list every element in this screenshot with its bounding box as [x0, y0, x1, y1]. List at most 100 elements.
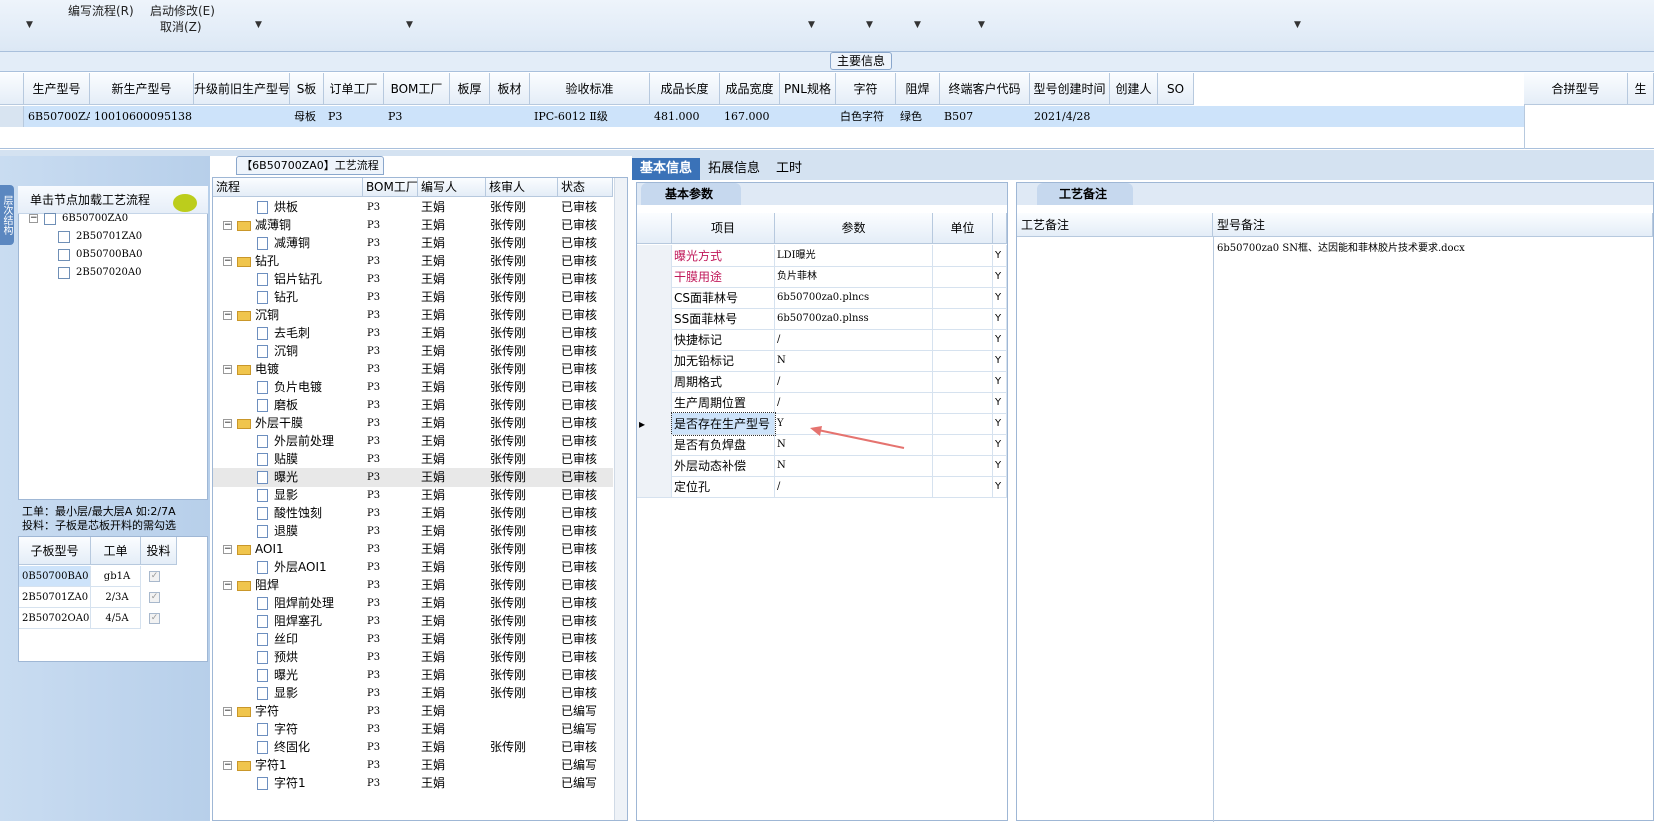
- main-header-15[interactable]: 型号创建时间: [1030, 73, 1110, 105]
- flow-row[interactable]: 负片电镀 P3 王娟 张传刚 已审核: [213, 378, 613, 397]
- cancel-button[interactable]: 取消(Z): [160, 18, 202, 35]
- param-item[interactable]: 是否有负焊盘: [672, 434, 775, 456]
- flow-row[interactable]: 字符1 P3 王娟 已编写: [213, 774, 613, 793]
- param-row-selector[interactable]: [637, 308, 672, 330]
- sub-cell-model[interactable]: 2B50701ZA0: [19, 587, 91, 608]
- flow-row[interactable]: 烘板 P3 王娟 张传刚 已审核: [213, 198, 613, 217]
- flow-row[interactable]: 阻焊前处理 P3 王娟 张传刚 已审核: [213, 594, 613, 613]
- param-value[interactable]: /: [775, 476, 933, 498]
- flow-row[interactable]: 减薄铜 − P3 王娟 张传刚 已审核: [213, 216, 613, 235]
- flow-row[interactable]: 去毛刺 P3 王娟 张传刚 已审核: [213, 324, 613, 343]
- param-item[interactable]: 外层动态补偿: [672, 455, 775, 477]
- param-unit[interactable]: [933, 266, 993, 288]
- sub-cell-order[interactable]: 4/5A: [91, 608, 141, 629]
- sub-cell-order[interactable]: 2/3A: [91, 587, 141, 608]
- param-unit[interactable]: [933, 434, 993, 456]
- flow-row[interactable]: 显影 P3 王娟 张传刚 已审核: [213, 684, 613, 703]
- tab-work-hours[interactable]: 工时: [768, 158, 810, 180]
- tree-node[interactable]: 6B50700ZA0: [62, 213, 128, 224]
- main-header-8[interactable]: 验收标准: [530, 73, 650, 105]
- flow-row[interactable]: 预烘 P3 王娟 张传刚 已审核: [213, 648, 613, 667]
- collapse-icon[interactable]: −: [223, 311, 232, 320]
- flow-row[interactable]: 字符1 − P3 王娟 已编写: [213, 756, 613, 775]
- param-unit[interactable]: [933, 455, 993, 477]
- flow-title-tab[interactable]: 【6B50700ZA0】工艺流程: [236, 156, 384, 175]
- main-cell-8[interactable]: IPC-6012 Ⅱ级: [530, 106, 650, 127]
- dropdown-arrow-icon[interactable]: ▼: [978, 20, 985, 30]
- dropdown-arrow-icon[interactable]: ▼: [1294, 20, 1301, 30]
- collapse-icon[interactable]: −: [223, 545, 232, 554]
- main-cell-5[interactable]: P3: [384, 106, 450, 127]
- param-row-selector[interactable]: [637, 350, 672, 372]
- param-value[interactable]: 6b50700za0.plncs: [775, 287, 933, 309]
- tree-collapse-icon[interactable]: −: [29, 214, 38, 223]
- param-row-selector[interactable]: [637, 392, 672, 414]
- main-cell-2[interactable]: [194, 106, 290, 127]
- main-header-2[interactable]: 升级前旧生产型号: [194, 73, 290, 105]
- main-info-title[interactable]: 主要信息: [830, 52, 892, 70]
- param-row-selector[interactable]: [637, 476, 672, 498]
- flow-row[interactable]: 外层前处理 P3 王娟 张传刚 已审核: [213, 432, 613, 451]
- tree-node[interactable]: 2B50701ZA0: [76, 231, 142, 242]
- dropdown-arrow-icon[interactable]: ▼: [808, 20, 815, 30]
- param-row-selector[interactable]: [637, 371, 672, 393]
- param-item[interactable]: SS面菲林号: [672, 308, 775, 330]
- param-value[interactable]: /: [775, 371, 933, 393]
- main-header-0[interactable]: 生产型号: [24, 73, 90, 105]
- param-item[interactable]: 是否存在生产型号: [671, 412, 776, 436]
- param-row-selector[interactable]: [637, 434, 672, 456]
- dropdown-arrow-icon[interactable]: ▼: [406, 20, 413, 30]
- param-row-selector[interactable]: [637, 287, 672, 309]
- param-item[interactable]: 干膜用途: [672, 266, 775, 288]
- main-cell-3[interactable]: 母板: [290, 106, 324, 127]
- param-unit[interactable]: [933, 287, 993, 309]
- flow-row[interactable]: 外层干膜 − P3 王娟 张传刚 已审核: [213, 414, 613, 433]
- main-cell-7[interactable]: [490, 106, 530, 127]
- collapse-icon[interactable]: −: [223, 581, 232, 590]
- param-row-selector[interactable]: [637, 455, 672, 477]
- main-cell-6[interactable]: [450, 106, 490, 127]
- flow-row[interactable]: 沉铜 − P3 王娟 张传刚 已审核: [213, 306, 613, 325]
- dropdown-arrow-icon[interactable]: ▼: [914, 20, 921, 30]
- param-unit[interactable]: [933, 329, 993, 351]
- main-header-9[interactable]: 成品长度: [650, 73, 720, 105]
- param-value[interactable]: /: [775, 329, 933, 351]
- main-cell-4[interactable]: P3: [324, 106, 384, 127]
- flow-row[interactable]: 字符 P3 王娟 已编写: [213, 720, 613, 739]
- main-cell-17[interactable]: [1158, 106, 1194, 127]
- param-unit[interactable]: [933, 392, 993, 414]
- param-item[interactable]: 周期格式: [672, 371, 775, 393]
- flow-header-status[interactable]: 状态: [558, 178, 613, 197]
- param-row-selector[interactable]: [637, 245, 672, 267]
- param-value[interactable]: /: [775, 392, 933, 414]
- comment-bubble-icon[interactable]: [173, 194, 197, 212]
- feed-checkbox[interactable]: ✓: [149, 592, 160, 603]
- main-cell-1[interactable]: 10010600095138: [90, 106, 194, 127]
- main-cell-16[interactable]: [1110, 106, 1158, 127]
- row-selector[interactable]: [0, 106, 24, 127]
- main-cell-9[interactable]: 481.000: [650, 106, 720, 127]
- param-row-selector[interactable]: [637, 329, 672, 351]
- sub-cell-model[interactable]: 2B50702OA0: [19, 608, 91, 629]
- tree-node[interactable]: 0B50700BA0: [76, 249, 142, 260]
- collapse-icon[interactable]: −: [223, 257, 232, 266]
- param-item[interactable]: 生产周期位置: [672, 392, 775, 414]
- write-flow-button[interactable]: 编写流程(R): [68, 2, 134, 19]
- hierarchy-vertical-tab[interactable]: 层次结构: [0, 185, 14, 245]
- param-row-selector[interactable]: [637, 266, 672, 288]
- flow-header-writer[interactable]: 编写人: [418, 178, 486, 197]
- main-header-6[interactable]: 板厚: [450, 73, 490, 105]
- flow-row[interactable]: 钻孔 P3 王娟 张传刚 已审核: [213, 288, 613, 307]
- dropdown-arrow-icon[interactable]: ▼: [866, 20, 873, 30]
- main-cell-0[interactable]: 6B50700ZA0: [24, 106, 90, 127]
- flow-row[interactable]: AOI1 − P3 王娟 张传刚 已审核: [213, 540, 613, 559]
- flow-row[interactable]: 阻焊塞孔 P3 王娟 张传刚 已审核: [213, 612, 613, 631]
- dropdown-arrow-icon[interactable]: ▼: [26, 20, 33, 30]
- flow-row[interactable]: 曝光 P3 王娟 张传刚 已审核: [213, 468, 613, 487]
- flow-row[interactable]: 字符 − P3 王娟 已编写: [213, 702, 613, 721]
- param-unit[interactable]: [933, 413, 993, 435]
- param-item[interactable]: 快捷标记: [672, 329, 775, 351]
- flow-row[interactable]: 贴膜 P3 王娟 张传刚 已审核: [213, 450, 613, 469]
- tree-node-checkbox[interactable]: [58, 249, 70, 261]
- main-cell-11[interactable]: [780, 106, 836, 127]
